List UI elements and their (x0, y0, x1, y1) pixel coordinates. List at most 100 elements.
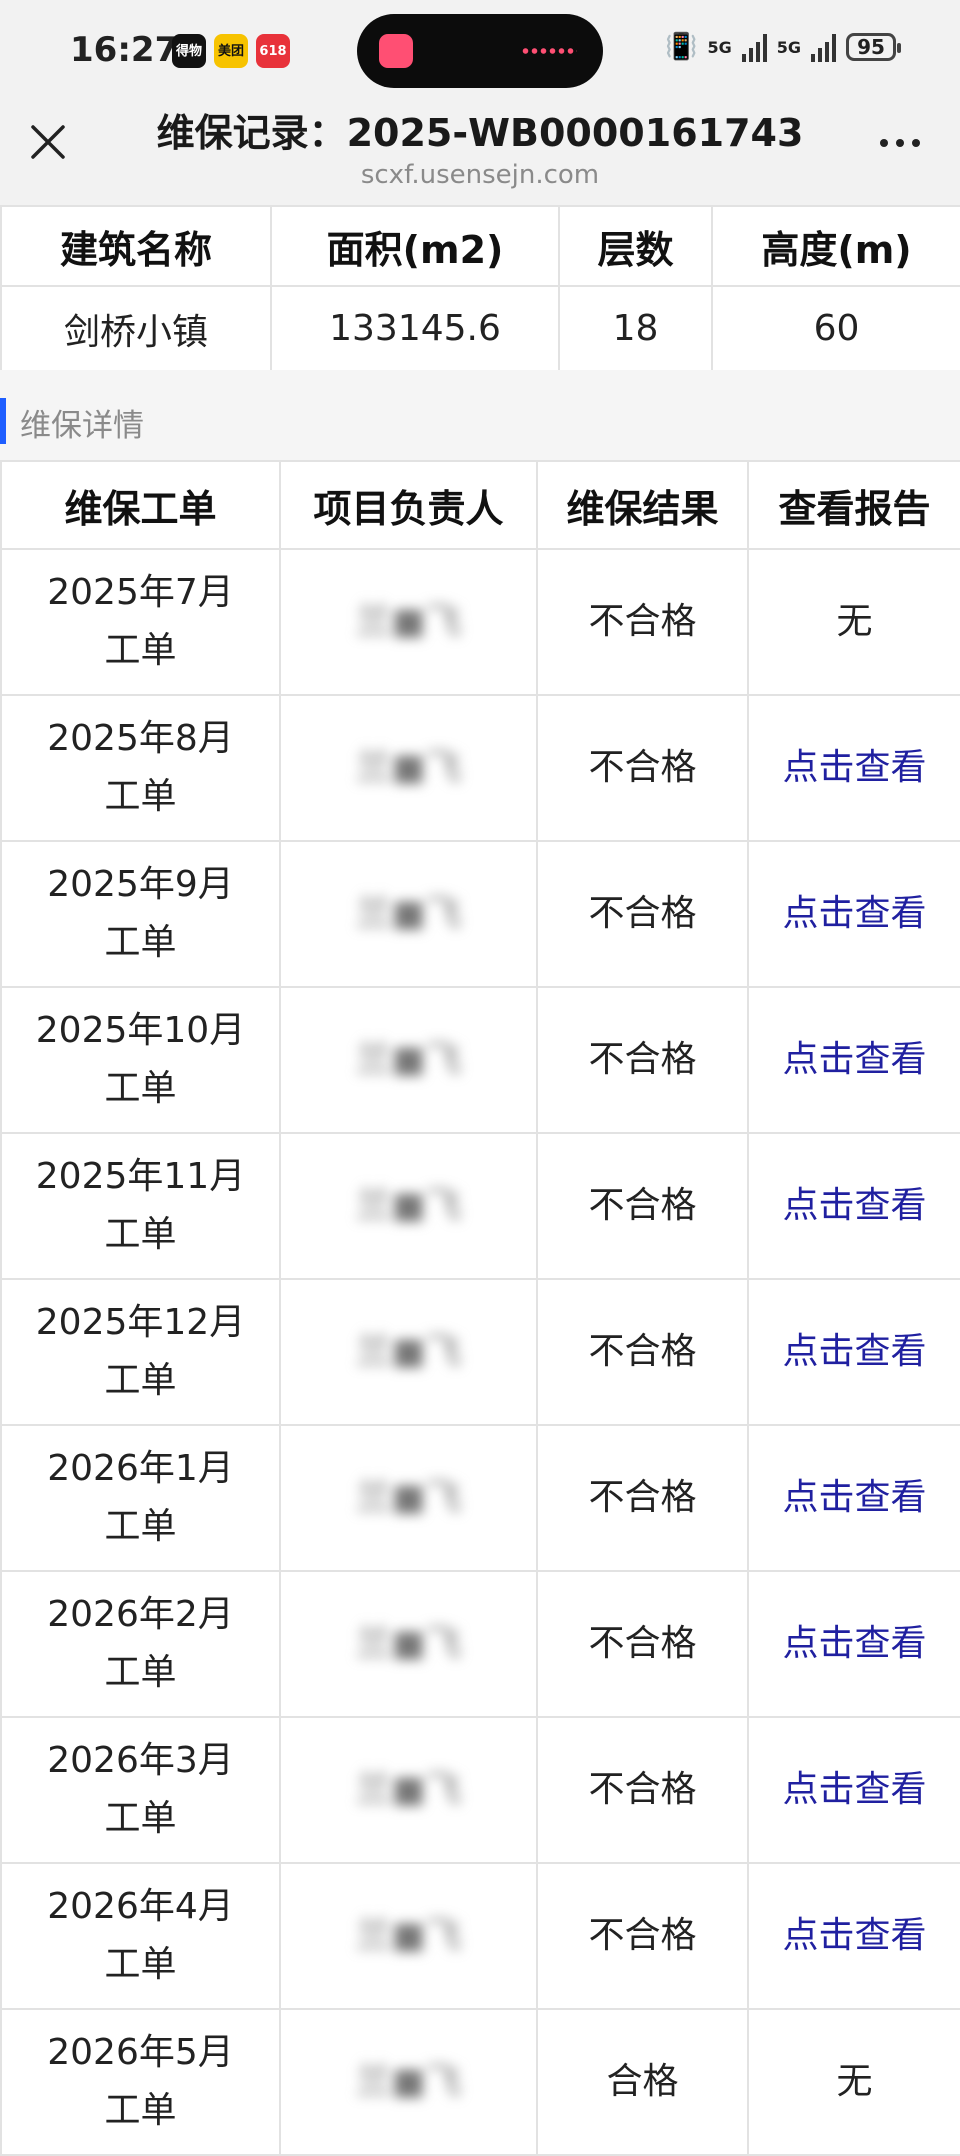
result-cell: 不合格 (536, 548, 749, 696)
battery-level: 95 (857, 35, 885, 59)
work-order-suffix: 工单 (104, 1944, 177, 1985)
owner-cell: 兰■飞 (279, 986, 538, 1134)
page-domain: scxf.usensejn.com (360, 160, 600, 190)
report-none-cell: 无 (747, 548, 960, 696)
view-report-link[interactable]: 点击查看 (747, 986, 960, 1134)
dewu-app-icon: 得物 (172, 34, 206, 68)
table-row: 2026年4月 工单 兰■飞 不合格 点击查看 (0, 1862, 960, 2010)
header-floors: 层数 (558, 205, 713, 287)
work-order-suffix: 工单 (104, 1360, 177, 1401)
more-icon (880, 139, 888, 147)
table-row: 2025年7月 工单 兰■飞 不合格无 (0, 548, 960, 696)
table-row: 2025年12月 工单 兰■飞 不合格 点击查看 (0, 1278, 960, 1426)
floors-cell: 18 (558, 285, 713, 372)
table-row: 2025年11月 工单 兰■飞 不合格 点击查看 (0, 1132, 960, 1280)
owner-cell: 兰■飞 (279, 1570, 538, 1718)
work-order-suffix: 工单 (104, 1652, 177, 1693)
dynamic-island (357, 14, 603, 88)
report-none-cell: 无 (747, 2008, 960, 2156)
more-button[interactable] (870, 118, 930, 168)
view-report-link[interactable]: 点击查看 (747, 694, 960, 842)
owner-cell: 兰■飞 (279, 1716, 538, 1864)
owner-name-redacted: 兰■飞 (355, 1331, 462, 1372)
owner-name-redacted: 兰■飞 (355, 2061, 462, 2102)
result-cell: 合格 (536, 2008, 749, 2156)
owner-cell: 兰■飞 (279, 840, 538, 988)
maintenance-table: 维保工单 项目负责人 维保结果 查看报告 2025年7月 工单 兰■飞 不合格无 202… (0, 460, 960, 2156)
table-row: 2026年1月 工单 兰■飞 不合格 点击查看 (0, 1424, 960, 1572)
work-order-cell: 2025年8月 工单 (0, 694, 281, 842)
result-cell: 不合格 (536, 1278, 749, 1426)
view-report-link[interactable]: 点击查看 (747, 840, 960, 988)
table-row: 2026年2月 工单 兰■飞 不合格 点击查看 (0, 1570, 960, 1718)
owner-cell: 兰■飞 (279, 2008, 538, 2156)
result-cell: 不合格 (536, 1716, 749, 1864)
view-report-link[interactable]: 点击查看 (747, 1278, 960, 1426)
work-order-suffix: 工单 (104, 922, 177, 963)
header-result: 维保结果 (536, 460, 749, 550)
status-app-icons: 得物 美团 618 (172, 34, 290, 68)
view-report-link[interactable]: 点击查看 (747, 1424, 960, 1572)
height-cell: 60 (711, 285, 960, 372)
work-order-cell: 2026年3月 工单 (0, 1716, 281, 1864)
header-owner: 项目负责人 (279, 460, 538, 550)
work-order-suffix: 工单 (104, 630, 177, 671)
table-row: 剑桥小镇 133145.6 18 60 (0, 285, 960, 372)
work-order-suffix: 工单 (104, 1068, 177, 1109)
section-accent-bar (0, 398, 6, 444)
owner-cell: 兰■飞 (279, 548, 538, 696)
table-row: 2025年8月 工单 兰■飞 不合格 点击查看 (0, 694, 960, 842)
work-order-cell: 2026年1月 工单 (0, 1424, 281, 1572)
header-area: 面积(m2) (270, 205, 560, 287)
more-icon (912, 139, 920, 147)
view-report-link[interactable]: 点击查看 (747, 1132, 960, 1280)
work-order-period: 2026年4月 (47, 1886, 234, 1927)
battery-icon: 95 (846, 33, 901, 61)
view-report-link[interactable]: 点击查看 (747, 1862, 960, 2010)
work-order-cell: 2025年9月 工单 (0, 840, 281, 988)
signal-5g-label-1: 5G (707, 37, 732, 57)
island-activity-icon (521, 47, 577, 55)
owner-name-redacted: 兰■飞 (355, 1769, 462, 1810)
area-cell: 133145.6 (270, 285, 560, 372)
table-header-row: 建筑名称 面积(m2) 层数 高度(m) (0, 205, 960, 287)
work-order-period: 2025年9月 (47, 864, 234, 905)
close-button[interactable] (22, 116, 74, 168)
building-name-cell: 剑桥小镇 (0, 285, 272, 372)
building-info-table: 建筑名称 面积(m2) 层数 高度(m) 剑桥小镇 133145.6 18 60 (0, 205, 960, 372)
work-order-cell: 2025年11月 工单 (0, 1132, 281, 1280)
owner-name-redacted: 兰■飞 (355, 747, 462, 788)
signal-bars-icon (811, 32, 836, 62)
work-order-suffix: 工单 (104, 1506, 177, 1547)
owner-cell: 兰■飞 (279, 1278, 538, 1426)
section-header: 维保详情 (0, 370, 960, 460)
work-order-period: 2025年12月 (35, 1302, 246, 1343)
table-row: 2025年10月 工单 兰■飞 不合格 点击查看 (0, 986, 960, 1134)
header-height: 高度(m) (711, 205, 960, 287)
status-indicators: 📳 5G 5G 95 (665, 32, 901, 62)
work-order-cell: 2025年7月 工单 (0, 548, 281, 696)
work-order-cell: 2025年10月 工单 (0, 986, 281, 1134)
owner-name-redacted: 兰■飞 (355, 893, 462, 934)
owner-cell: 兰■飞 (279, 1424, 538, 1572)
work-order-period: 2026年1月 (47, 1448, 234, 1489)
result-cell: 不合格 (536, 986, 749, 1134)
work-order-cell: 2026年5月 工单 (0, 2008, 281, 2156)
table-row: 2026年5月 工单 兰■飞 合格无 (0, 2008, 960, 2156)
work-order-period: 2025年11月 (35, 1156, 246, 1197)
header-work-order: 维保工单 (0, 460, 281, 550)
top-bar: 16:27 得物 美团 618 📳 5G 5G 95 维保记录：2025-WB0… (0, 0, 960, 205)
view-report-link[interactable]: 点击查看 (747, 1570, 960, 1718)
view-report-link[interactable]: 点击查看 (747, 1716, 960, 1864)
work-order-period: 2025年8月 (47, 718, 234, 759)
owner-name-redacted: 兰■飞 (355, 1623, 462, 1664)
owner-name-redacted: 兰■飞 (355, 601, 462, 642)
vibrate-icon: 📳 (665, 32, 698, 62)
result-cell: 不合格 (536, 1424, 749, 1572)
header-report: 查看报告 (747, 460, 960, 550)
work-order-suffix: 工单 (104, 2090, 177, 2131)
owner-name-redacted: 兰■飞 (355, 1915, 462, 1956)
owner-cell: 兰■飞 (279, 1862, 538, 2010)
result-cell: 不合格 (536, 694, 749, 842)
work-order-period: 2025年10月 (35, 1010, 246, 1051)
